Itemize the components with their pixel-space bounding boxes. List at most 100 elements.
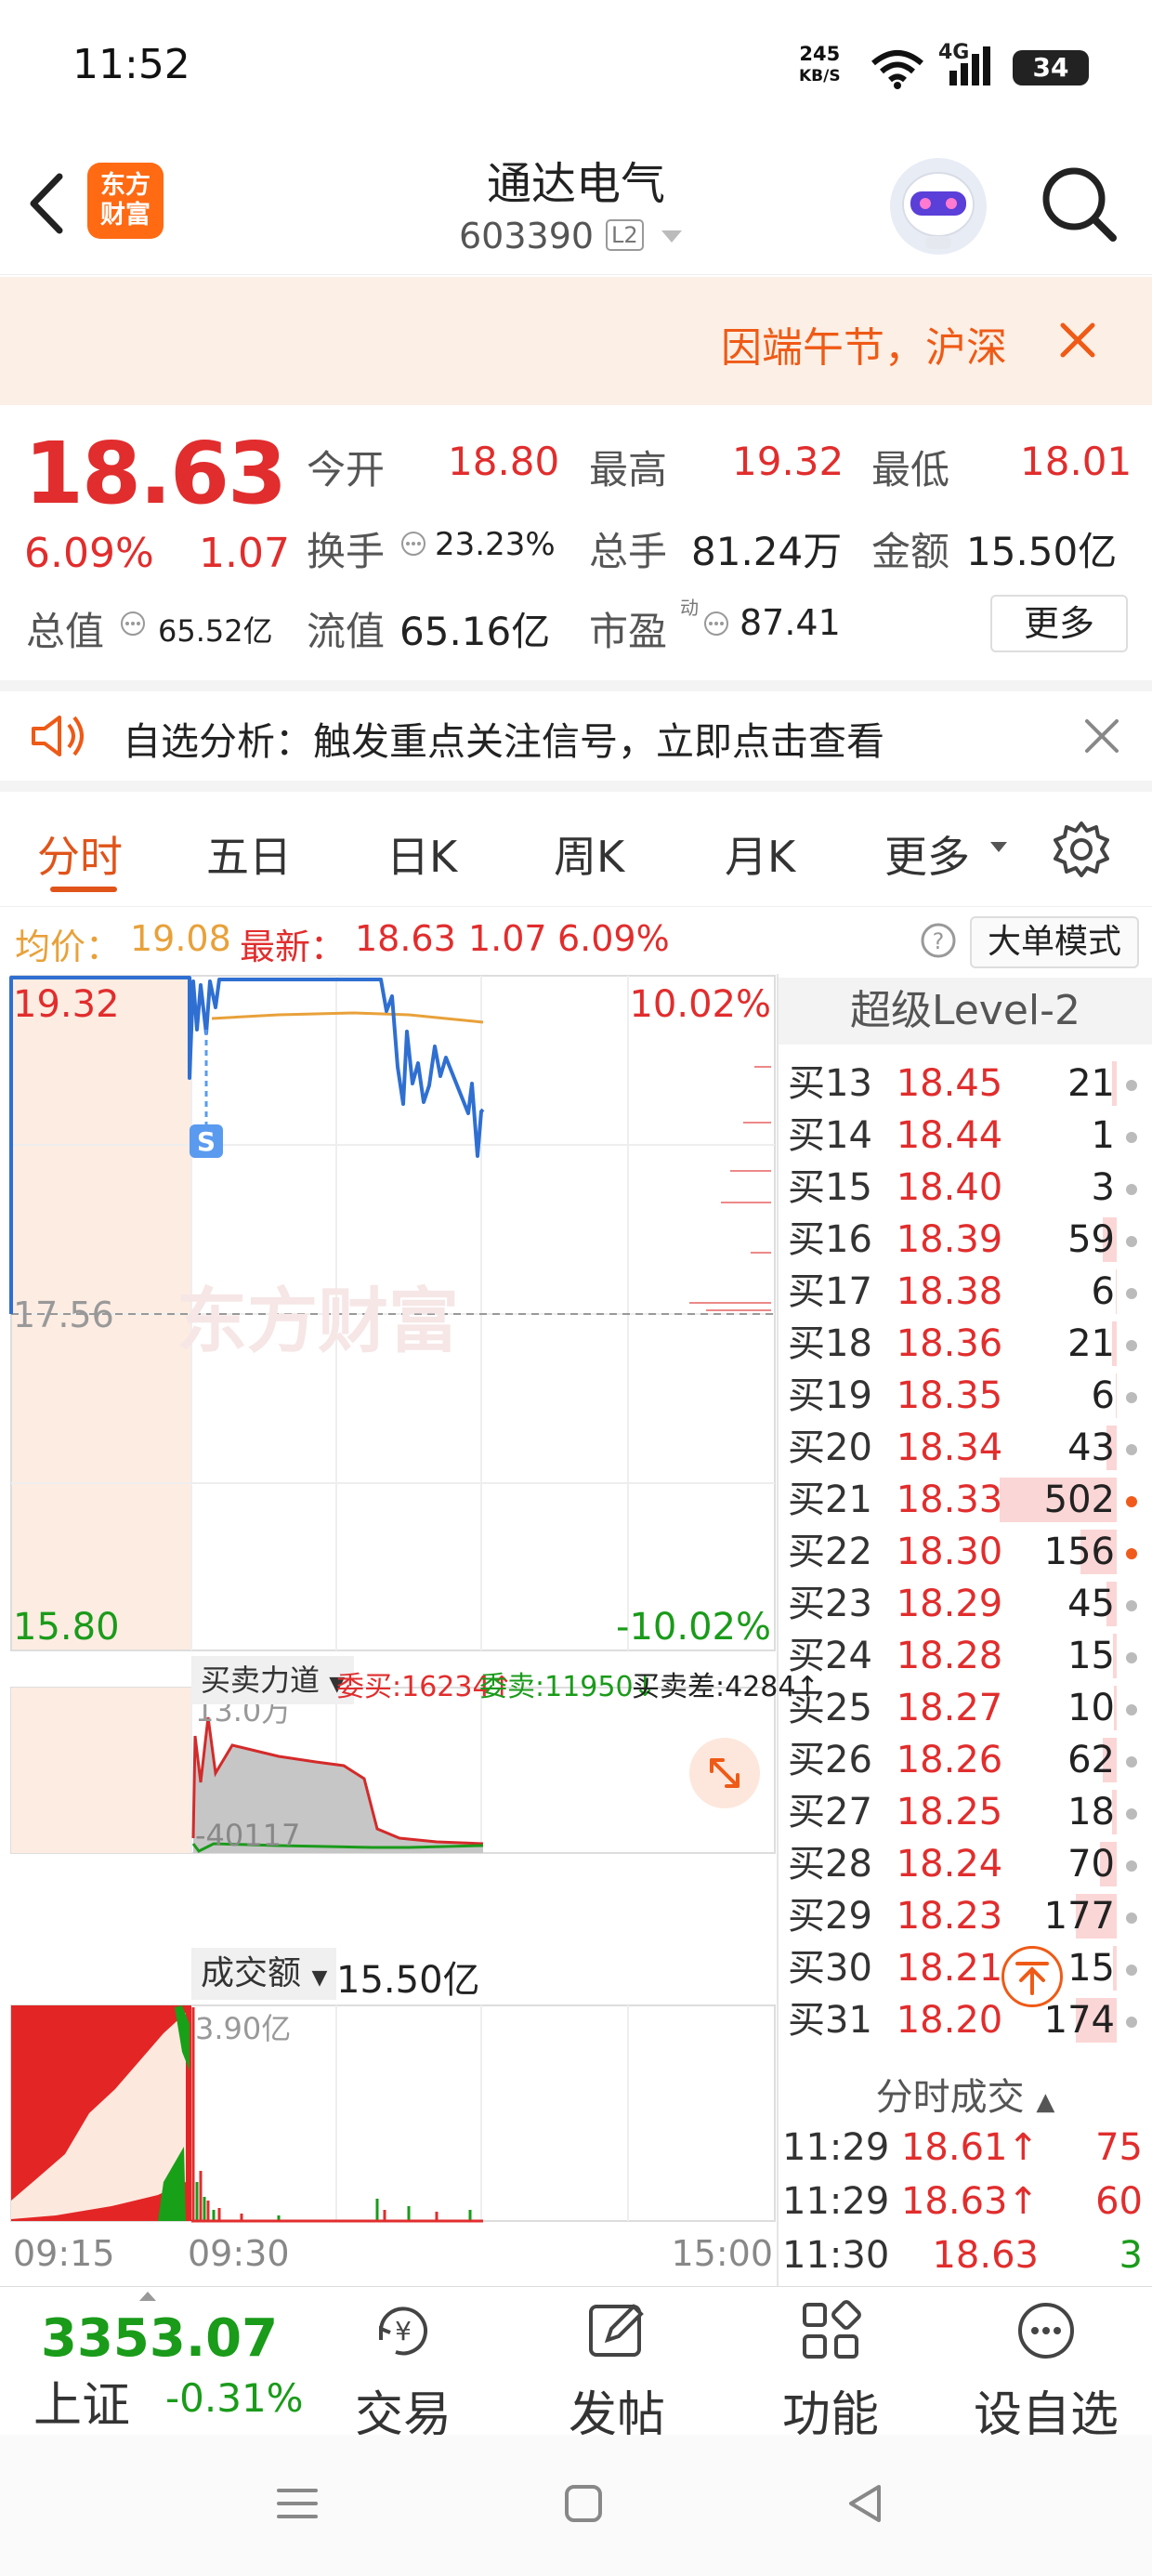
order-dot-icon	[1126, 1496, 1137, 1507]
close-icon[interactable]	[1057, 320, 1098, 361]
amount-label: 金额	[871, 529, 950, 574]
order-price: 18.25	[896, 1791, 1003, 1833]
arrow-up-icon	[1015, 1962, 1049, 1995]
order-volume: 21	[1067, 1322, 1115, 1365]
gear-icon[interactable]	[1052, 820, 1111, 879]
order-book-row[interactable]: 买23 18.29 45	[779, 1578, 1152, 1630]
order-dot-icon	[1126, 1080, 1137, 1091]
order-book-row[interactable]: 买25 18.27 10	[779, 1682, 1152, 1734]
order-dot-icon	[1126, 1704, 1137, 1715]
back-icon[interactable]	[24, 171, 71, 236]
order-price: 18.38	[896, 1270, 1003, 1313]
mktcap-label: 总值	[26, 609, 105, 654]
open-label: 今开	[307, 447, 386, 493]
level2-header[interactable]: 超级Level-2	[779, 978, 1152, 1045]
mktcap-value: 65.52亿	[158, 613, 273, 649]
robot-icon	[902, 172, 975, 249]
order-volume: 6	[1091, 1270, 1115, 1313]
order-volume: 70	[1067, 1843, 1115, 1886]
search-icon[interactable]	[1037, 162, 1120, 245]
trade-price: 18.63↑	[900, 2180, 1039, 2223]
trade-price: 18.63	[932, 2234, 1039, 2277]
chevron-down-icon: ▼	[311, 1966, 328, 1990]
index-value[interactable]: 3353.07	[41, 2308, 278, 2369]
order-book-row[interactable]: 买30 18.21 15	[779, 1942, 1152, 1994]
trade-icon[interactable]: ¥	[370, 2297, 437, 2364]
force-panel-selector[interactable]: 买卖力道 ▼	[191, 1656, 355, 1704]
order-book-row[interactable]: 买29 18.23 177	[779, 1890, 1152, 1942]
tab-weekly-k[interactable]: 周K	[554, 823, 624, 885]
order-book-row[interactable]: 买21 18.33 502	[779, 1474, 1152, 1526]
back-nav-icon[interactable]	[842, 2479, 890, 2528]
tab-five-day[interactable]: 五日	[206, 823, 292, 885]
order-book-row[interactable]: 买16 18.39 59	[779, 1214, 1152, 1266]
volume-profile	[689, 1066, 771, 1311]
y-bottom-price: 15.80	[13, 1606, 120, 1649]
force-sell-label: 委卖:11950↓	[479, 1671, 657, 1703]
trade-price: 18.61↑	[900, 2126, 1039, 2169]
order-book-row[interactable]: 买31 18.20 174	[779, 1994, 1152, 2046]
big-order-mode-button[interactable]: 大单模式	[970, 916, 1139, 968]
help-icon[interactable]: ?	[920, 922, 957, 959]
amount-max: 3.90亿	[195, 2011, 291, 2046]
svg-text:¥: ¥	[395, 2316, 412, 2346]
chevron-down-icon[interactable]	[661, 230, 682, 243]
info-icon[interactable]	[399, 530, 427, 558]
home-icon[interactable]	[559, 2479, 608, 2528]
pe-superscript: 动	[680, 597, 699, 619]
tab-more[interactable]: 更多	[884, 823, 970, 885]
order-level-label: 买26	[788, 1739, 872, 1781]
order-book-row[interactable]: 买28 18.24 70	[779, 1838, 1152, 1890]
order-book-row[interactable]: 买17 18.38 6	[779, 1266, 1152, 1318]
wifi-icon	[871, 50, 923, 89]
order-price: 18.40	[896, 1166, 1003, 1209]
status-time: 11:52	[72, 41, 190, 88]
trade-time: 11:30	[782, 2234, 890, 2277]
tab-monthly-k[interactable]: 月K	[725, 823, 795, 885]
trades-header[interactable]: 分时成交 ▲	[779, 2067, 1152, 2123]
force-premarket-shade	[11, 1688, 191, 1853]
stock-name[interactable]: 通达电气	[390, 147, 762, 212]
grid-icon[interactable]	[797, 2297, 864, 2364]
index-name: 上证	[33, 2378, 131, 2434]
stock-code[interactable]: 603390	[459, 216, 594, 256]
intraday-chart[interactable]: 东方财富 19.32 17.56 15.80 10.02% -10.02% S …	[0, 974, 777, 2286]
amount-panel-selector[interactable]: 成交额 ▼	[191, 1948, 337, 2000]
order-book-row[interactable]: 买13 18.45 21	[779, 1058, 1152, 1110]
close-icon[interactable]	[1083, 717, 1120, 755]
assistant-avatar[interactable]	[890, 158, 987, 255]
order-level-label: 买23	[788, 1583, 872, 1625]
turnover-label: 换手	[307, 529, 386, 574]
order-level-label: 买29	[788, 1895, 872, 1938]
avg-value: 19.08	[130, 918, 231, 959]
tab-intraday[interactable]: 分时	[37, 823, 123, 885]
order-book-row[interactable]: 买26 18.26 62	[779, 1734, 1152, 1786]
order-volume: 177	[1043, 1895, 1115, 1938]
signal-icon	[949, 46, 990, 85]
order-book-row[interactable]: 买20 18.34 43	[779, 1422, 1152, 1474]
order-price: 18.26	[896, 1739, 1003, 1781]
order-book-row[interactable]: 买24 18.28 15	[779, 1630, 1152, 1682]
more-dots-icon[interactable]	[1013, 2297, 1080, 2364]
edit-icon[interactable]	[583, 2297, 650, 2364]
order-book-row[interactable]: 买14 18.44 1	[779, 1110, 1152, 1162]
order-dot-icon	[1126, 1600, 1137, 1611]
tab-daily-k[interactable]: 日K	[386, 823, 457, 885]
scroll-top-button[interactable]	[1001, 1946, 1063, 2007]
chevron-down-icon[interactable]	[990, 842, 1007, 852]
order-book-row[interactable]: 买19 18.35 6	[779, 1370, 1152, 1422]
more-button[interactable]: 更多	[990, 595, 1128, 652]
caret-up-icon[interactable]	[139, 2292, 156, 2301]
order-book-row[interactable]: 买15 18.40 3	[779, 1162, 1152, 1214]
order-dot-icon	[1126, 1340, 1137, 1351]
force-min: -40117	[195, 1818, 300, 1853]
menu-icon[interactable]	[273, 2479, 321, 2528]
info-icon[interactable]	[119, 610, 147, 637]
order-book-row[interactable]: 买27 18.25 18	[779, 1786, 1152, 1838]
info-icon[interactable]	[702, 610, 730, 637]
turnover-value: 23.23%	[435, 526, 556, 563]
order-book-row[interactable]: 买18 18.36 21	[779, 1318, 1152, 1370]
order-book-row[interactable]: 买22 18.30 156	[779, 1526, 1152, 1578]
order-price: 18.23	[896, 1895, 1003, 1938]
app-logo[interactable]: 东方财富	[87, 163, 164, 239]
